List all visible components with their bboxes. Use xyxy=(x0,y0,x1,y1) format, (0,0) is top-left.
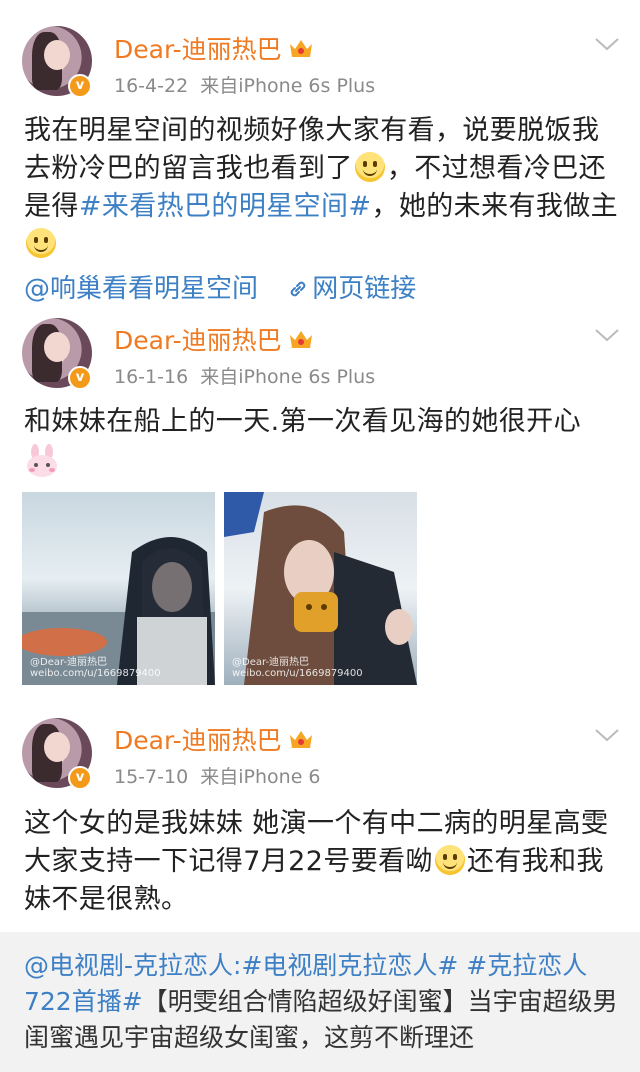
smile-emoji-icon xyxy=(434,845,465,875)
post-photo[interactable]: @Dear-迪丽热巴 weibo.com/u/1669879400 xyxy=(22,492,215,685)
verified-badge-icon: v xyxy=(68,766,92,790)
author-name[interactable]: Dear-迪丽热巴 xyxy=(114,721,314,757)
photo-watermark: @Dear-迪丽热巴 weibo.com/u/1669879400 xyxy=(30,657,161,679)
post-meta: 15-7-10 来自iPhone 6 xyxy=(114,762,321,789)
author-name[interactable]: Dear-迪丽热巴 xyxy=(114,30,314,66)
author-name[interactable]: Dear-迪丽热巴 xyxy=(114,321,314,357)
verified-badge-icon: v xyxy=(68,366,92,390)
repost-card[interactable]: @电视剧-克拉恋人:#电视剧克拉恋人# #克拉恋人722首播#【明雯组合情陷超级… xyxy=(0,932,640,1072)
post-date: 16-1-16 xyxy=(114,366,189,388)
bunny-emoji-icon xyxy=(27,443,57,477)
web-link[interactable]: 网页链接 xyxy=(288,274,416,304)
post-date: 15-7-10 xyxy=(114,766,189,788)
post-text: 我在明星空间的视频好像大家有看，说要脱饭我去粉冷巴的留言我也看到了 ，不过想看冷巴… xyxy=(24,112,624,264)
post-source: 来自iPhone 6s Plus xyxy=(200,366,376,388)
chevron-down-icon[interactable] xyxy=(594,36,620,52)
mention-link[interactable]: @响巢看看明星空间 xyxy=(24,274,258,304)
post-source: 来自iPhone 6s Plus xyxy=(200,75,376,97)
post-photo[interactable]: @Dear-迪丽热巴 weibo.com/u/1669879400 xyxy=(224,492,417,685)
photo-watermark: @Dear-迪丽热巴 weibo.com/u/1669879400 xyxy=(232,657,363,679)
chevron-down-icon[interactable] xyxy=(594,327,620,343)
post-links: @响巢看看明星空间 网页链接 xyxy=(24,268,416,305)
smile-emoji-icon xyxy=(26,228,56,258)
link-icon xyxy=(291,281,306,297)
verified-badge-icon: v xyxy=(68,74,92,98)
repost-text: @电视剧-克拉恋人:#电视剧克拉恋人# #克拉恋人722首播#【明雯组合情陷超级… xyxy=(24,951,618,1052)
chevron-down-icon[interactable] xyxy=(594,727,620,743)
crown-icon xyxy=(289,40,312,57)
crown-icon xyxy=(289,331,312,348)
post-meta: 16-1-16 来自iPhone 6s Plus xyxy=(114,362,375,389)
topic-link[interactable]: #来看热巴的明星空间# xyxy=(79,191,372,222)
post-date: 16-4-22 xyxy=(114,75,189,97)
post-meta: 16-4-22 来自iPhone 6s Plus xyxy=(114,71,375,98)
crown-icon xyxy=(289,731,312,748)
post-text: 这个女的是我妹妹 她演一个有中二病的明星高雯 大家支持一下记得7月22号要看呦还… xyxy=(24,808,609,915)
post-text: 和妹妹在船上的一天.第一次看见海的她很开心 xyxy=(24,403,624,479)
post-source: 来自iPhone 6 xyxy=(200,766,321,788)
smile-emoji-icon xyxy=(354,152,385,182)
